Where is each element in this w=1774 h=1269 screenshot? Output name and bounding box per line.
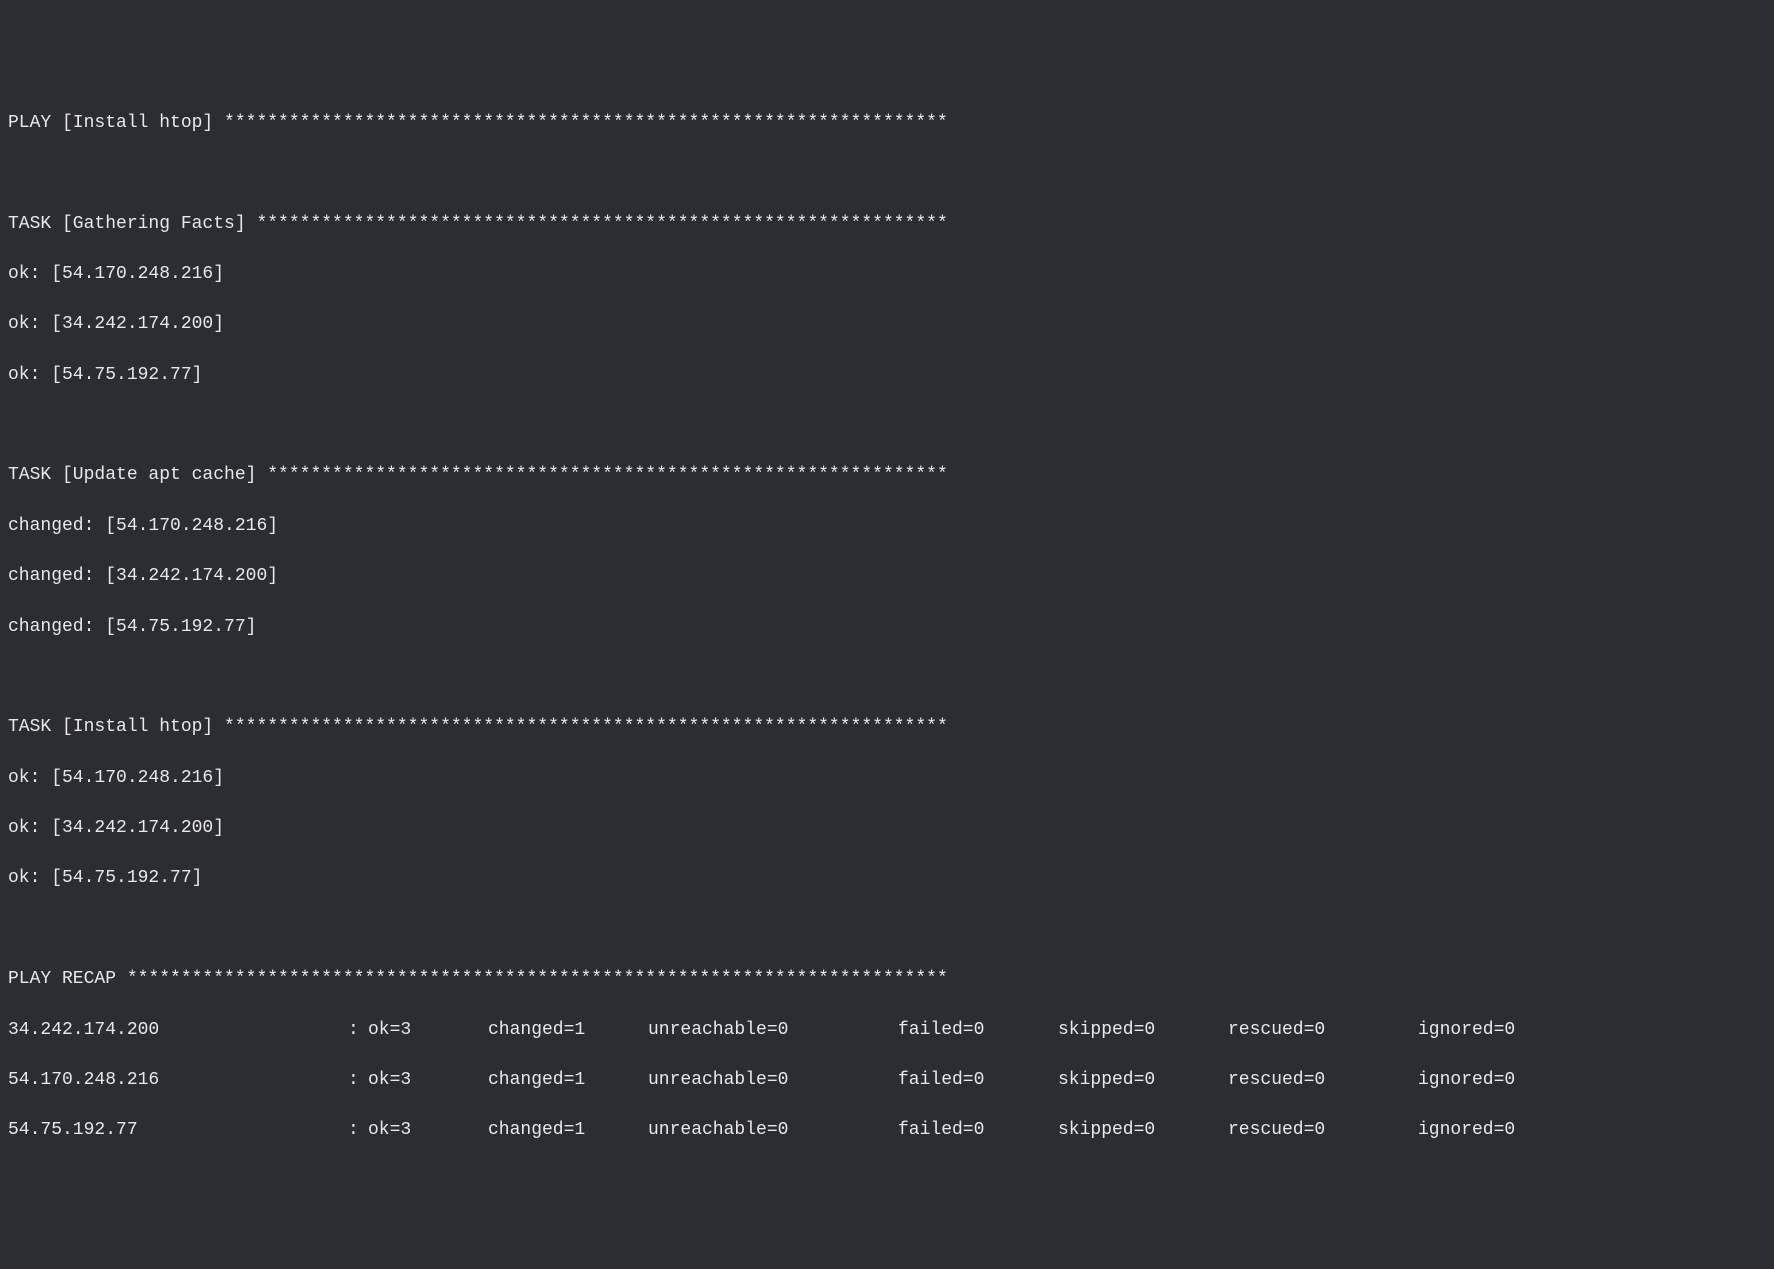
task-result: ok: [34.242.174.200] <box>8 816 1766 841</box>
blank-line <box>8 917 1766 942</box>
recap-row: 34.242.174.200 : ok=3 changed=1 unreacha… <box>8 1018 1766 1043</box>
recap-rescued: rescued=0 <box>1228 1118 1418 1143</box>
recap-changed: changed=1 <box>488 1018 648 1043</box>
recap-unreachable: unreachable=0 <box>648 1018 898 1043</box>
recap-ok: ok=3 <box>368 1118 488 1143</box>
play-header: PLAY [Install htop] ********************… <box>8 111 1766 136</box>
recap-unreachable: unreachable=0 <box>648 1118 898 1143</box>
blank-line <box>8 161 1766 186</box>
recap-ignored: ignored=0 <box>1418 1068 1568 1093</box>
task-result: changed: [34.242.174.200] <box>8 564 1766 589</box>
task-result: ok: [54.75.192.77] <box>8 866 1766 891</box>
recap-host: 54.170.248.216 <box>8 1068 348 1093</box>
recap-ok: ok=3 <box>368 1068 488 1093</box>
task-result: ok: [54.170.248.216] <box>8 766 1766 791</box>
recap-separator: : <box>348 1018 368 1043</box>
recap-header: PLAY RECAP *****************************… <box>8 967 1766 992</box>
recap-rescued: rescued=0 <box>1228 1068 1418 1093</box>
recap-failed: failed=0 <box>898 1118 1058 1143</box>
recap-skipped: skipped=0 <box>1058 1118 1228 1143</box>
recap-changed: changed=1 <box>488 1118 648 1143</box>
blank-line <box>8 665 1766 690</box>
recap-changed: changed=1 <box>488 1068 648 1093</box>
recap-host: 54.75.192.77 <box>8 1118 348 1143</box>
recap-skipped: skipped=0 <box>1058 1018 1228 1043</box>
task-result: ok: [54.75.192.77] <box>8 363 1766 388</box>
task-header: TASK [Update apt cache] ****************… <box>8 463 1766 488</box>
task-header: TASK [Install htop] ********************… <box>8 715 1766 740</box>
recap-skipped: skipped=0 <box>1058 1068 1228 1093</box>
task-result: ok: [34.242.174.200] <box>8 312 1766 337</box>
task-result: changed: [54.170.248.216] <box>8 514 1766 539</box>
recap-ignored: ignored=0 <box>1418 1018 1568 1043</box>
recap-unreachable: unreachable=0 <box>648 1068 898 1093</box>
task-result: ok: [54.170.248.216] <box>8 262 1766 287</box>
recap-row: 54.75.192.77 : ok=3 changed=1 unreachabl… <box>8 1118 1766 1143</box>
recap-separator: : <box>348 1118 368 1143</box>
blank-line <box>8 413 1766 438</box>
recap-row: 54.170.248.216 : ok=3 changed=1 unreacha… <box>8 1068 1766 1093</box>
task-header: TASK [Gathering Facts] *****************… <box>8 212 1766 237</box>
recap-rescued: rescued=0 <box>1228 1018 1418 1043</box>
recap-ok: ok=3 <box>368 1018 488 1043</box>
recap-separator: : <box>348 1068 368 1093</box>
recap-failed: failed=0 <box>898 1018 1058 1043</box>
recap-ignored: ignored=0 <box>1418 1118 1568 1143</box>
recap-failed: failed=0 <box>898 1068 1058 1093</box>
recap-host: 34.242.174.200 <box>8 1018 348 1043</box>
